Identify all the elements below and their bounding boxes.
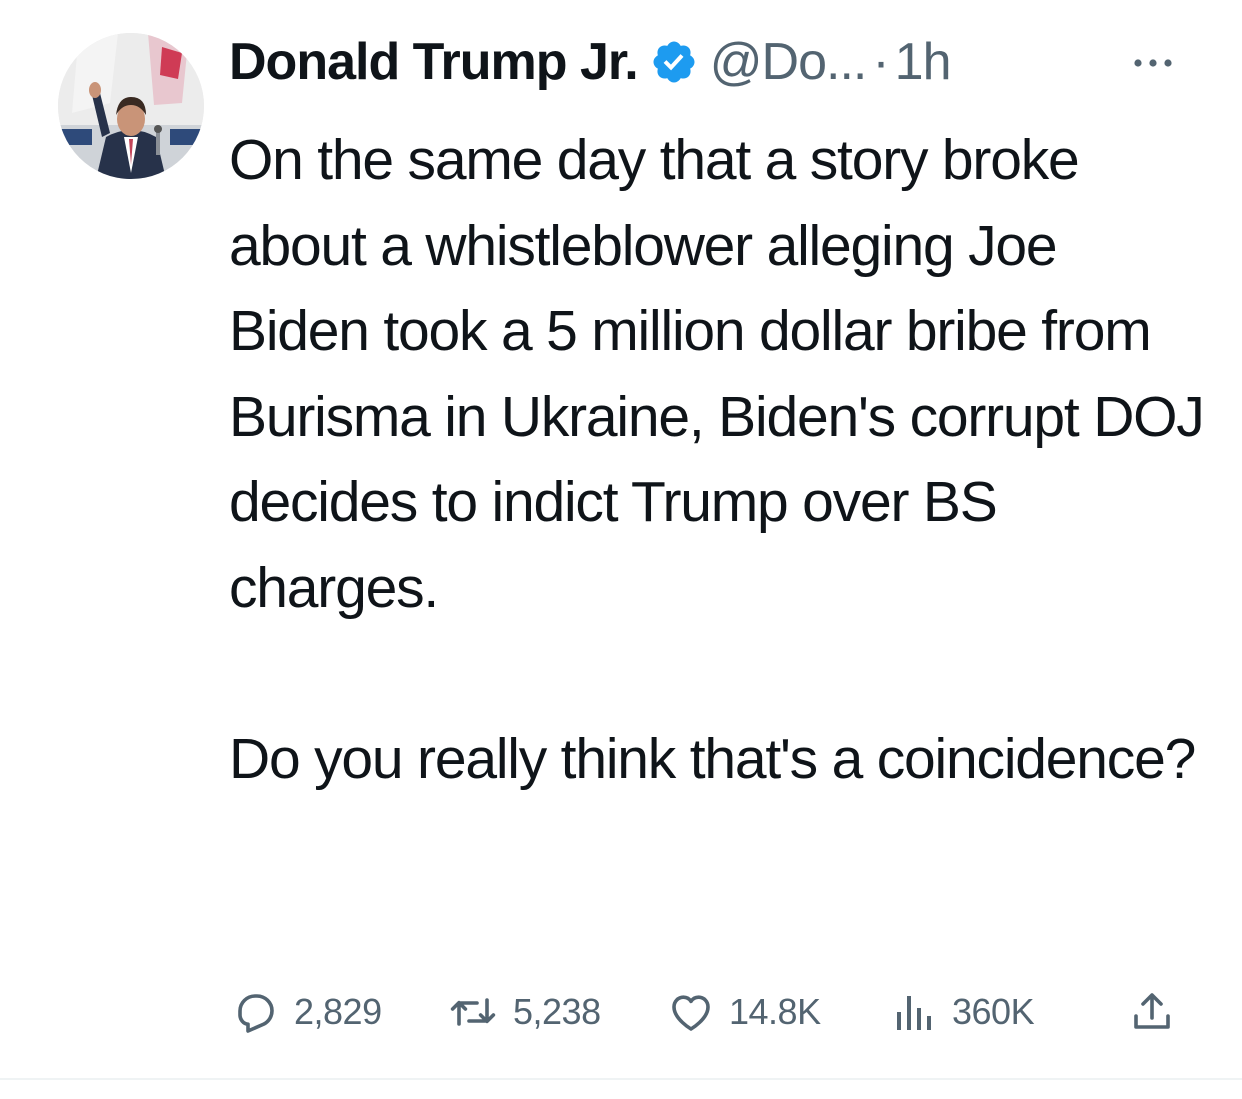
divider	[0, 1078, 1242, 1080]
user-handle[interactable]: @Do...	[710, 32, 868, 92]
like-button[interactable]: 14.8K	[667, 980, 821, 1044]
views-count: 360K	[952, 991, 1035, 1032]
heart-icon	[667, 988, 715, 1036]
more-options-icon[interactable]	[1128, 48, 1178, 78]
display-name[interactable]: Donald Trump Jr.	[229, 32, 639, 92]
verified-badge-icon[interactable]	[650, 38, 698, 86]
tweet-actions: 2,829 5,238 14.8K 360K	[0, 980, 1242, 1044]
retweet-button[interactable]: 5,238	[447, 980, 601, 1044]
retweet-icon	[447, 988, 499, 1036]
separator-dot: ·	[872, 33, 889, 91]
views-icon	[890, 988, 938, 1036]
reply-button[interactable]: 2,829	[232, 980, 382, 1044]
retweet-count: 5,238	[513, 991, 601, 1032]
reply-count: 2,829	[294, 991, 382, 1032]
like-count: 14.8K	[729, 991, 821, 1032]
avatar-image	[58, 33, 204, 179]
tweet-text: On the same day that a story broke about…	[229, 128, 1205, 791]
tweet[interactable]: Donald Trump Jr. @Do... · 1h On the same…	[0, 0, 1242, 1078]
views-button[interactable]: 360K	[890, 980, 1035, 1044]
reply-icon	[232, 988, 280, 1036]
share-icon	[1128, 988, 1176, 1036]
avatar[interactable]	[58, 33, 204, 179]
timestamp[interactable]: 1h	[895, 32, 952, 92]
share-button[interactable]	[1128, 980, 1176, 1044]
tweet-header: Donald Trump Jr. @Do... · 1h	[229, 26, 952, 98]
